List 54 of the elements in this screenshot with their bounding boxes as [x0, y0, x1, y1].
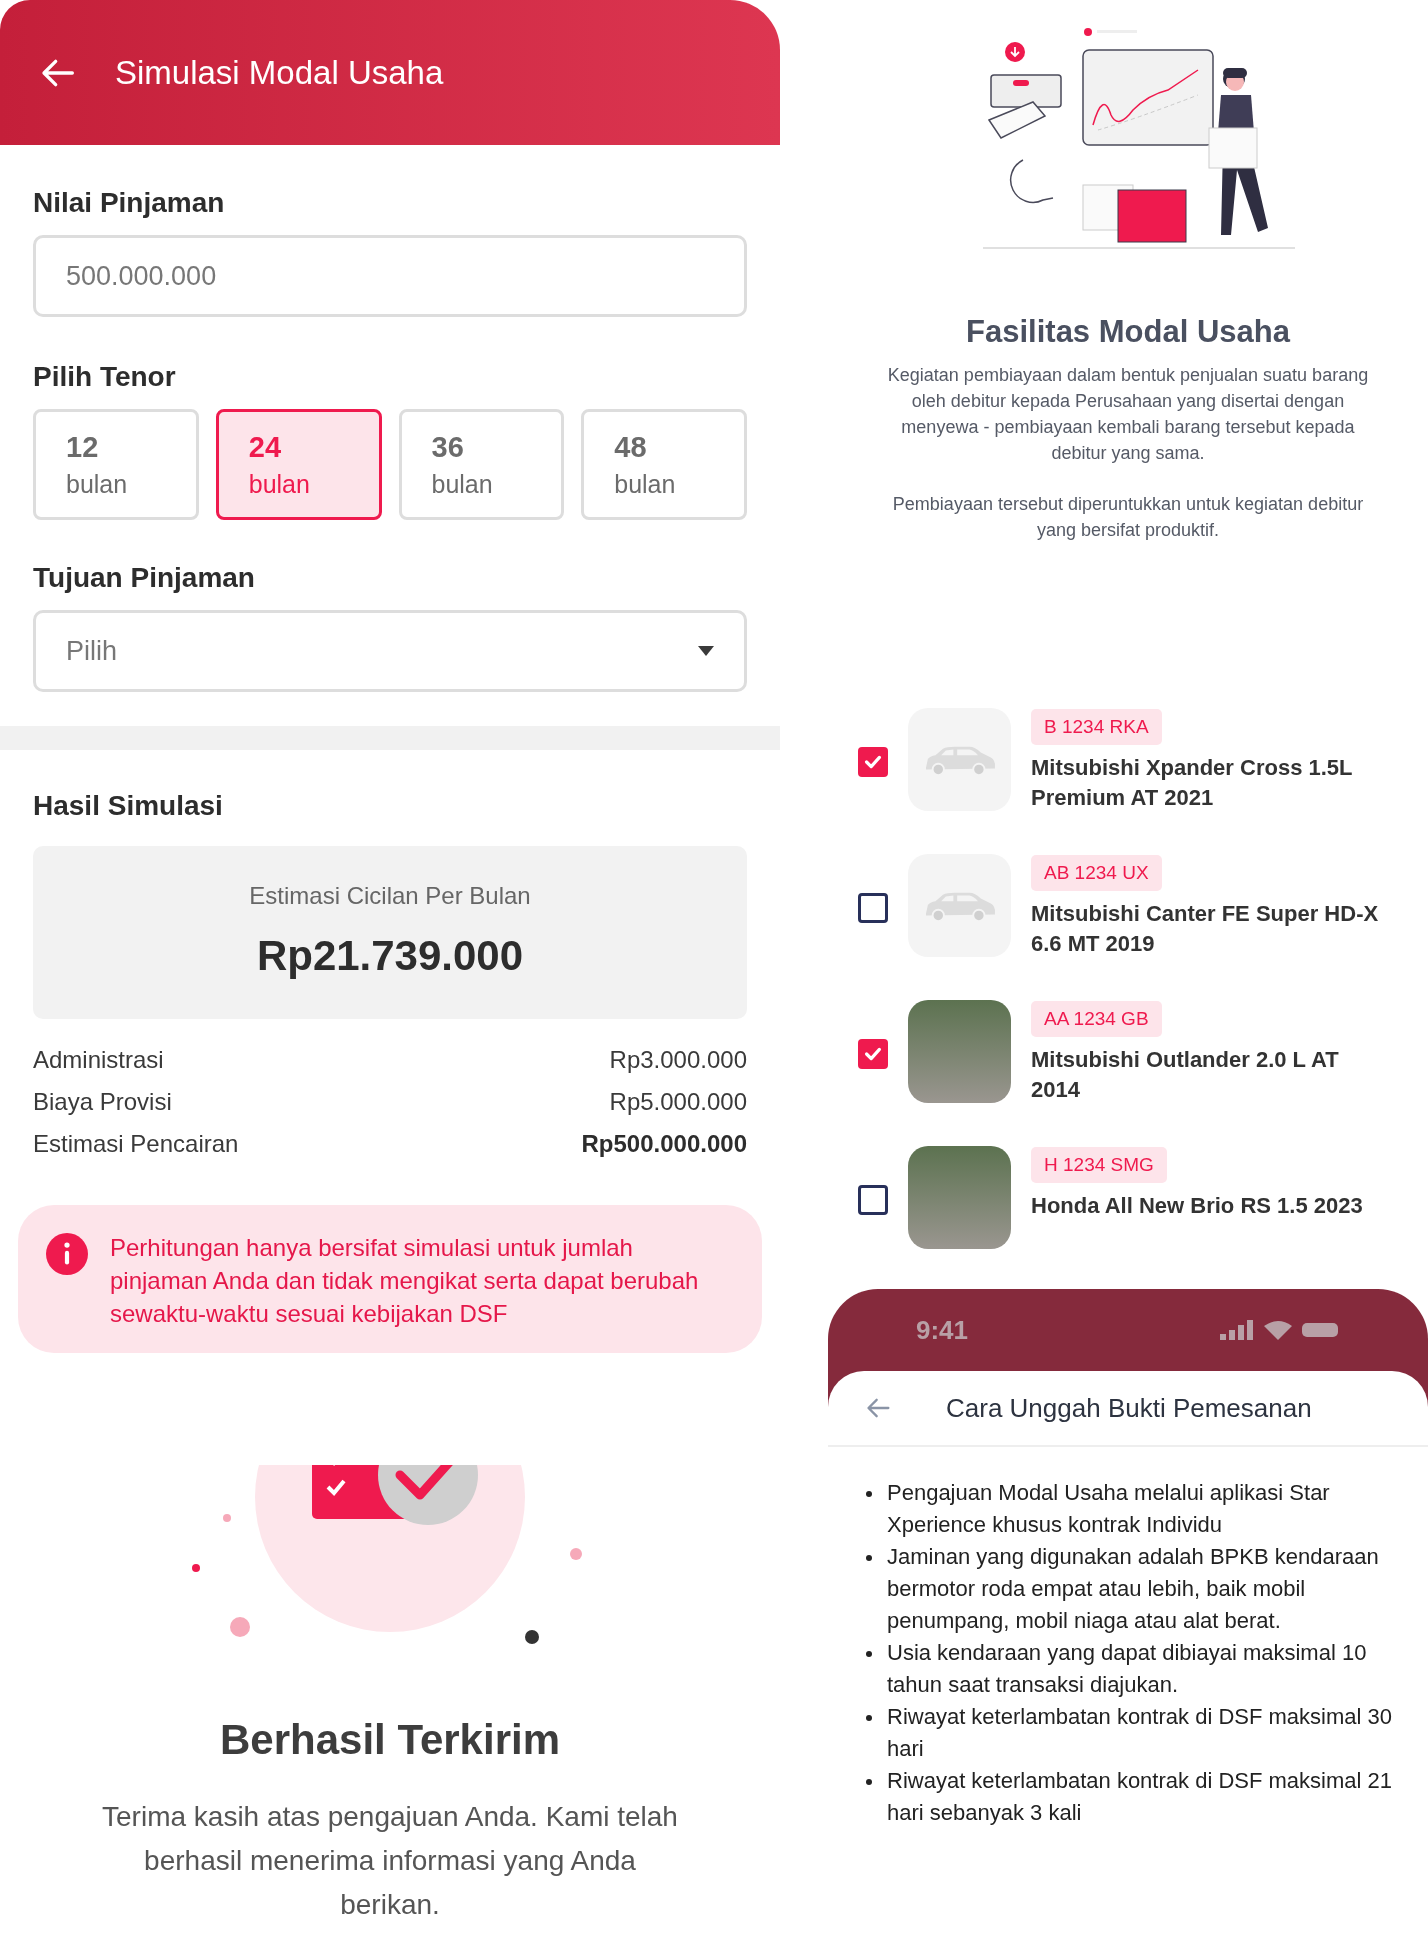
success-message: Terima kasih atas pengajuan Anda. Kami telah berhasil menerima informasi yang Anda berikan.: [101, 1800, 679, 1922]
bullet-icon: [866, 1651, 872, 1657]
status-time: 9:41: [916, 1313, 969, 1347]
section-title: Hasil Simulasi: [33, 789, 224, 823]
notice-text: Perhitungan hanya bersifat simulasi untuk jumlah pinjaman Anda dan tidak mengikat serta dapat berubah sewaktu-waktu sesuai kebijakan DSF: [110, 1233, 700, 1329]
guide-item-text: Pengajuan Modal Usaha melalui aplikasi Star Xperience khusus kontrak Individu: [887, 1479, 1331, 1539]
vehicle-name: Mitsubishi Canter FE Super HD-X 6.6 MT 2019: [1031, 900, 1380, 958]
bullet-icon: [866, 1491, 872, 1497]
bullet-icon: [866, 1779, 872, 1785]
success-title: Berhasil Terkirim: [218, 1715, 561, 1765]
page-title: Simulasi Modal Usaha: [115, 52, 444, 93]
plate-tag: AB 1234 UX: [1031, 855, 1162, 891]
info-icon: [46, 1233, 88, 1275]
vehicle-name: Mitsubishi Xpander Cross 1.5L Premium AT 2021: [1031, 754, 1354, 812]
plate-tag: AA 1234 GB: [1031, 1001, 1162, 1037]
sheet-title: Cara Unggah Bukti Pemesanan: [946, 1391, 1312, 1425]
cost-label: Estimasi Pencairan: [33, 1129, 239, 1159]
caret-icon: [698, 646, 714, 656]
battery-icon: [1302, 1321, 1340, 1339]
field-label: Nilai Pinjaman: [33, 186, 226, 220]
guide-item-text: Jaminan yang digunakan adalah BPKB kendaraan bermotor roda empat atau lebih, baik mobil penumpang, mobil niaga atau alat berat.: [887, 1543, 1380, 1635]
description-text: Kegiatan pembiayaan dalam bentuk penjualan suatu barang oleh debitur kepada Perusahaan yang disertai dengan menyewa - pembiayaan kembali barang tersebut kepada debitur yang sama.: [886, 364, 1370, 465]
description-text: Pembiayaan tersebut diperuntukkan untuk kegiatan debitur yang bersifat produktif.: [891, 493, 1365, 542]
signal-icon: [1220, 1320, 1254, 1340]
cost-label: Administrasi: [33, 1045, 164, 1075]
wifi-icon: [1264, 1320, 1292, 1340]
vehicle-name: Honda All New Brio RS 1.5 2023: [1031, 1192, 1364, 1220]
cost-label: Biaya Provisi: [33, 1087, 172, 1117]
guide-item-text: Riwayat keterlambatan kontrak di DSF maksimal 21 hari sebanyak 3 kali: [887, 1767, 1393, 1827]
tenor-option[interactable]: 12 bulan: [33, 409, 199, 520]
cost-value: Rp5.000.000: [609, 1087, 747, 1117]
field-label: Tujuan Pinjaman: [33, 561, 256, 595]
tenor-option[interactable]: 24 bulan: [215, 409, 382, 520]
cost-value: Rp500.000.000: [581, 1129, 747, 1159]
purpose-dropdown[interactable]: Pilih: [33, 610, 747, 692]
estimate-value: Rp21.739.000: [256, 931, 524, 981]
plate-tag: B 1234 RKA: [1031, 709, 1162, 745]
checkbox[interactable]: [858, 1039, 888, 1069]
tenor-option[interactable]: 36 bulan: [398, 409, 565, 520]
checkbox[interactable]: [858, 893, 888, 923]
field-label: Pilih Tenor: [33, 360, 177, 394]
cost-value: Rp3.000.000: [609, 1045, 747, 1075]
bullet-icon: [866, 1555, 872, 1561]
loan-amount-field[interactable]: 500.000.000: [33, 235, 747, 317]
guide-item-text: Usia kendaraan yang dapat dibiayai maksimal 10 tahun saat transaksi diajukan.: [887, 1639, 1368, 1699]
estimate-label: Estimasi Cicilan Per Bulan: [249, 881, 531, 911]
bullet-icon: [866, 1715, 872, 1721]
vehicle-name: Mitsubishi Outlander 2.0 L AT 2014: [1031, 1046, 1340, 1104]
tenor-option[interactable]: 48 bulan: [581, 409, 747, 520]
guide-item-text: Riwayat keterlambatan kontrak di DSF maksimal 30 hari: [887, 1703, 1393, 1763]
checkbox[interactable]: [858, 747, 888, 777]
plate-tag: H 1234 SMG: [1031, 1147, 1167, 1183]
checkbox[interactable]: [858, 1185, 888, 1215]
section-title: Fasilitas Modal Usaha: [965, 313, 1292, 351]
